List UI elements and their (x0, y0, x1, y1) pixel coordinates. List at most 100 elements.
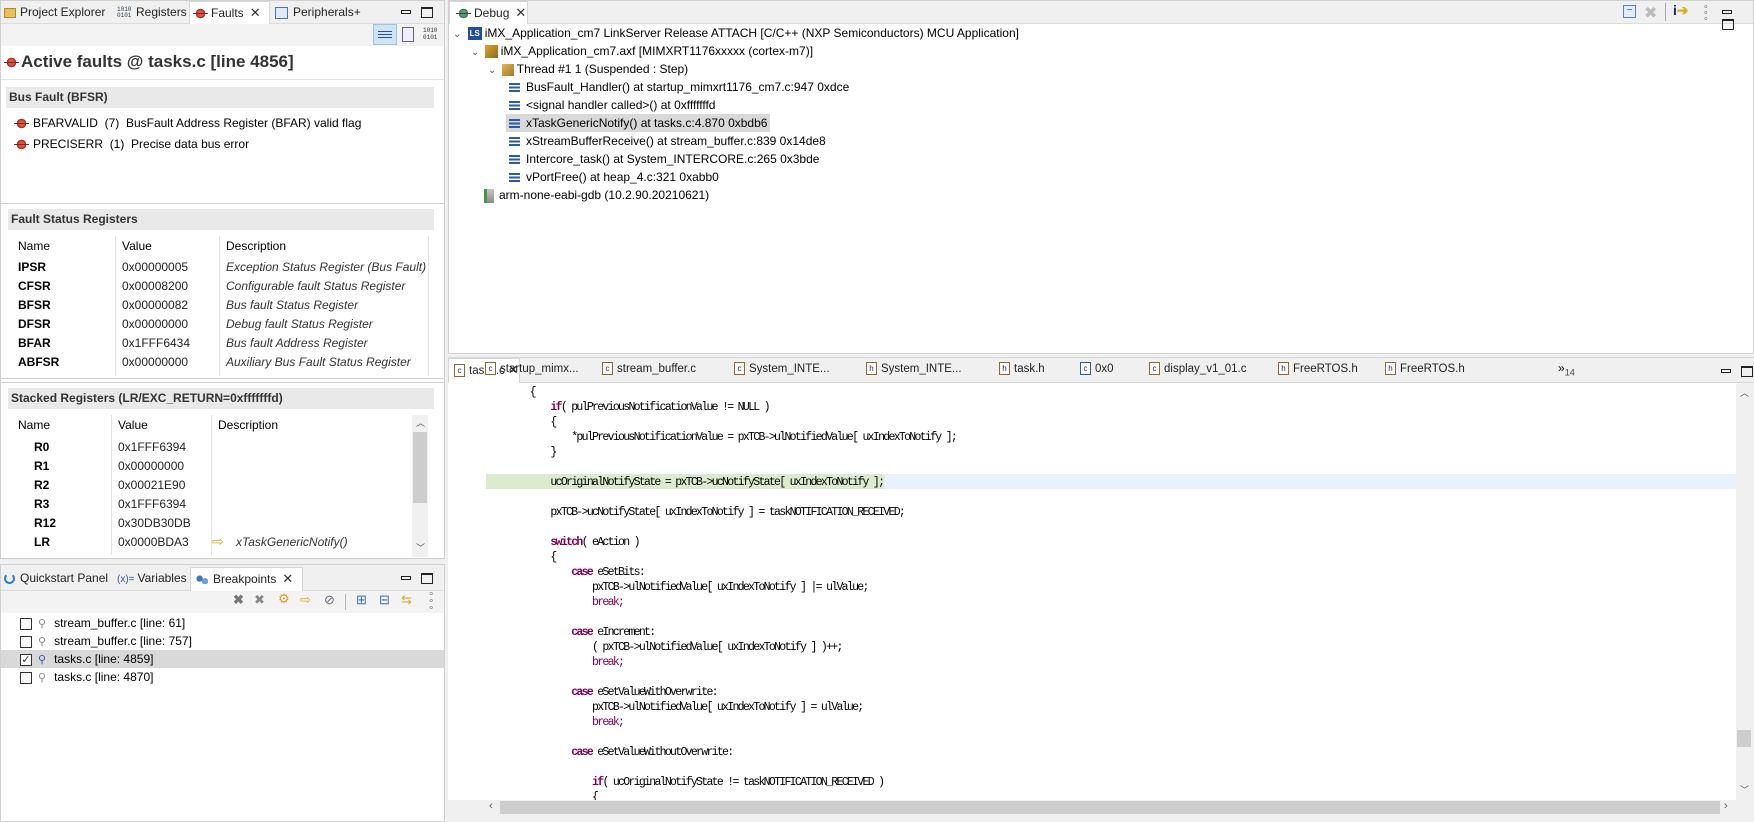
tree-item-gdb[interactable]: arm-none-eabi-gdb (10.2.90.20210621) (484, 186, 709, 204)
expand-all-icon[interactable]: ⊞ (356, 592, 367, 608)
scroll-thumb[interactable] (500, 801, 1720, 814)
editor-tab[interactable]: c 0x0 (1075, 358, 1114, 383)
stacked-register-row[interactable]: R0 0x1FFF6394 (1, 440, 411, 459)
maximize-button[interactable] (1741, 365, 1753, 377)
remove-icon[interactable]: ✖ (233, 592, 244, 608)
editor-horizontal-scrollbar[interactable]: ‹ › (486, 800, 1736, 815)
scroll-down-icon[interactable]: ﹀ (1740, 783, 1749, 796)
tab-debug[interactable]: Debug ✕ (449, 1, 528, 24)
breakpoint-checkbox[interactable]: ✓ (20, 653, 32, 666)
remove-all-icon[interactable]: ✖ (254, 592, 265, 608)
register-row[interactable]: DFSR 0x00000000 Debug fault Status Registe… (1, 317, 441, 336)
go-to-file-icon[interactable]: ⇨ (300, 592, 311, 608)
chevron-down-icon[interactable]: ⌄ (488, 65, 496, 76)
column-name[interactable]: Name (18, 418, 50, 432)
stack-frame[interactable]: vPortFree() at heap_4.c:321 0xabb0 (506, 168, 722, 186)
stacked-scrollbar[interactable]: ︿ ﹀ (412, 415, 428, 557)
close-icon[interactable]: ✕ (282, 571, 293, 586)
tab-faults[interactable]: Faults ✕ (189, 1, 270, 24)
stacked-register-row[interactable]: R1 0x00000000 (1, 459, 411, 478)
tab-quickstart-panel[interactable]: Quickstart Panel (4, 567, 108, 590)
editor-tab[interactable]: h FreeRTOS.h (1273, 358, 1358, 383)
editor-tab[interactable]: c stream_buffer.c (597, 358, 696, 383)
editor-tab[interactable]: c System_INTE... (729, 358, 830, 383)
stacked-register-row[interactable]: R2 0x00021E90 (1, 478, 411, 497)
stacked-register-row[interactable]: LR 0x0000BDA3 ⇨ xTaskGenericNotify() (1, 533, 411, 554)
register-row[interactable]: CFSR 0x00008200 Configurable fault Status … (1, 279, 441, 298)
stack-frame[interactable]: BusFault_Handler() at startup_mimxrt1176… (506, 78, 852, 96)
column-description[interactable]: Description (226, 239, 286, 253)
scroll-up-icon[interactable]: ︿ (416, 416, 425, 429)
editor-tab[interactable]: c display_v1_01.c (1144, 358, 1246, 383)
editor-tab[interactable]: h FreeRTOS.h (1380, 358, 1465, 383)
instruction-stepping-icon[interactable]: i➔ (1673, 2, 1689, 19)
column-description[interactable]: Description (218, 418, 278, 432)
tab-variables[interactable]: (x)= Variables (117, 567, 187, 590)
stack-frame[interactable]: Intercore_task() at System_INTERCORE.c:2… (506, 150, 822, 168)
breakpoint-item[interactable]: ⚲ tasks.c [line: 4870] (1, 668, 444, 686)
stacked-register-row[interactable]: R3 0x1FFF6394 (1, 497, 411, 516)
scroll-down-icon[interactable]: ﹀ (416, 541, 425, 554)
code-line: 4869 (448, 460, 1736, 475)
scroll-up-icon[interactable]: ︿ (1740, 386, 1749, 399)
register-row[interactable]: BFSR 0x00000082 Bus fault Status Register (1, 298, 441, 317)
register-row[interactable]: BFAR 0x1FFF6434 Bus fault Address Register (1, 336, 441, 355)
collapse-all-icon[interactable]: ⊟ (379, 592, 390, 608)
editor-tab[interactable]: c startup_mimx... (480, 358, 579, 383)
close-icon[interactable]: ✕ (515, 5, 526, 20)
link-with-debug-icon[interactable]: ⇆ (401, 592, 412, 608)
code-editor[interactable]: 4864 {4865 if( pulPreviousNotificationVa… (448, 383, 1736, 800)
column-name[interactable]: Name (18, 239, 50, 253)
chevron-down-icon[interactable]: ⌄ (453, 29, 461, 40)
breakpoint-checkbox[interactable] (20, 635, 32, 648)
show-details-icon[interactable] (373, 24, 397, 45)
tree-item-thread[interactable]: ⌄ Thread #1 1 (Suspended : Step) (488, 60, 688, 78)
scroll-right-icon[interactable]: › (1724, 800, 1728, 812)
minimize-button[interactable] (401, 576, 411, 581)
tab-registers[interactable]: 1010 0101 Registers (117, 1, 187, 24)
minimize-button[interactable] (401, 10, 411, 15)
tab-project-explorer[interactable]: Project Explorer (4, 1, 105, 24)
maximize-button[interactable] (421, 6, 433, 18)
close-icon[interactable]: ✕ (250, 5, 261, 20)
breakpoint-item[interactable]: ⚲ stream_buffer.c [line: 61] (1, 614, 444, 632)
binary-view-icon[interactable]: 1010 0101 (423, 27, 441, 41)
scroll-thumb[interactable] (413, 432, 427, 503)
gears-icon[interactable]: ⚙ (278, 591, 290, 607)
editor-tab[interactable]: h task.h (994, 358, 1045, 383)
stack-frame[interactable]: xStreamBufferReceive() at stream_buffer.… (506, 132, 829, 150)
view-menu-icon[interactable]: ∘ ∘ ∘ (428, 590, 434, 614)
remove-terminated-icon[interactable]: ✖ (1644, 3, 1657, 23)
copy-report-icon[interactable] (402, 27, 414, 42)
more-tabs-button[interactable]: »14 (1558, 361, 1575, 377)
breakpoint-item[interactable]: ⚲ stream_buffer.c [line: 757] (1, 632, 444, 650)
chevron-down-icon[interactable]: ⌄ (471, 47, 479, 58)
stack-frame[interactable]: xTaskGenericNotify() at tasks.c:4.870 0x… (506, 114, 771, 132)
minimize-button[interactable] (1721, 369, 1731, 374)
breakpoint-checkbox[interactable] (20, 617, 32, 630)
stacked-register-row[interactable]: R12 0x30DB30DB (1, 516, 411, 535)
maximize-button[interactable] (1722, 18, 1734, 30)
stack-frame[interactable]: <signal handler called>() at 0xfffffffd (506, 96, 718, 114)
register-row[interactable]: IPSR 0x00000005 Exception Status Register … (1, 260, 441, 279)
column-value[interactable]: Value (118, 418, 148, 432)
breakpoint-checkbox[interactable] (20, 671, 32, 684)
column-value[interactable]: Value (122, 239, 152, 253)
editor-tab-label: FreeRTOS.h (1400, 363, 1465, 375)
skip-breakpoints-icon[interactable]: ⊘ (324, 592, 335, 608)
maximize-button[interactable] (421, 572, 433, 584)
tab-breakpoints[interactable]: Breakpoints ✕ (190, 567, 303, 591)
c-file-icon: c (602, 362, 613, 376)
minimize-button[interactable] (1722, 10, 1732, 15)
scroll-left-icon[interactable]: ‹ (489, 800, 493, 812)
breakpoint-item[interactable]: ✓ ⚲ tasks.c [line: 4859] (1, 650, 444, 668)
editor-vertical-scrollbar[interactable]: ︿ ﹀ (1736, 383, 1752, 800)
tab-peripherals[interactable]: Peripherals+ (275, 1, 361, 24)
tree-item-process[interactable]: ⌄ iMX_Application_cm7.axf [MIMXRT1176xxx… (471, 42, 813, 60)
view-menu-icon[interactable]: ∘ ∘ ∘ (1703, 2, 1709, 23)
collapse-all-icon[interactable]: − (1623, 5, 1636, 18)
editor-tab[interactable]: h System_INTE... (861, 358, 962, 383)
tree-item-launch[interactable]: ⌄ LS iMX_Application_cm7 LinkServer Relea… (453, 24, 1019, 42)
scroll-thumb[interactable] (1737, 730, 1751, 747)
register-row[interactable]: ABFSR 0x00000000 Auxiliary Bus Fault Statu… (1, 355, 441, 374)
